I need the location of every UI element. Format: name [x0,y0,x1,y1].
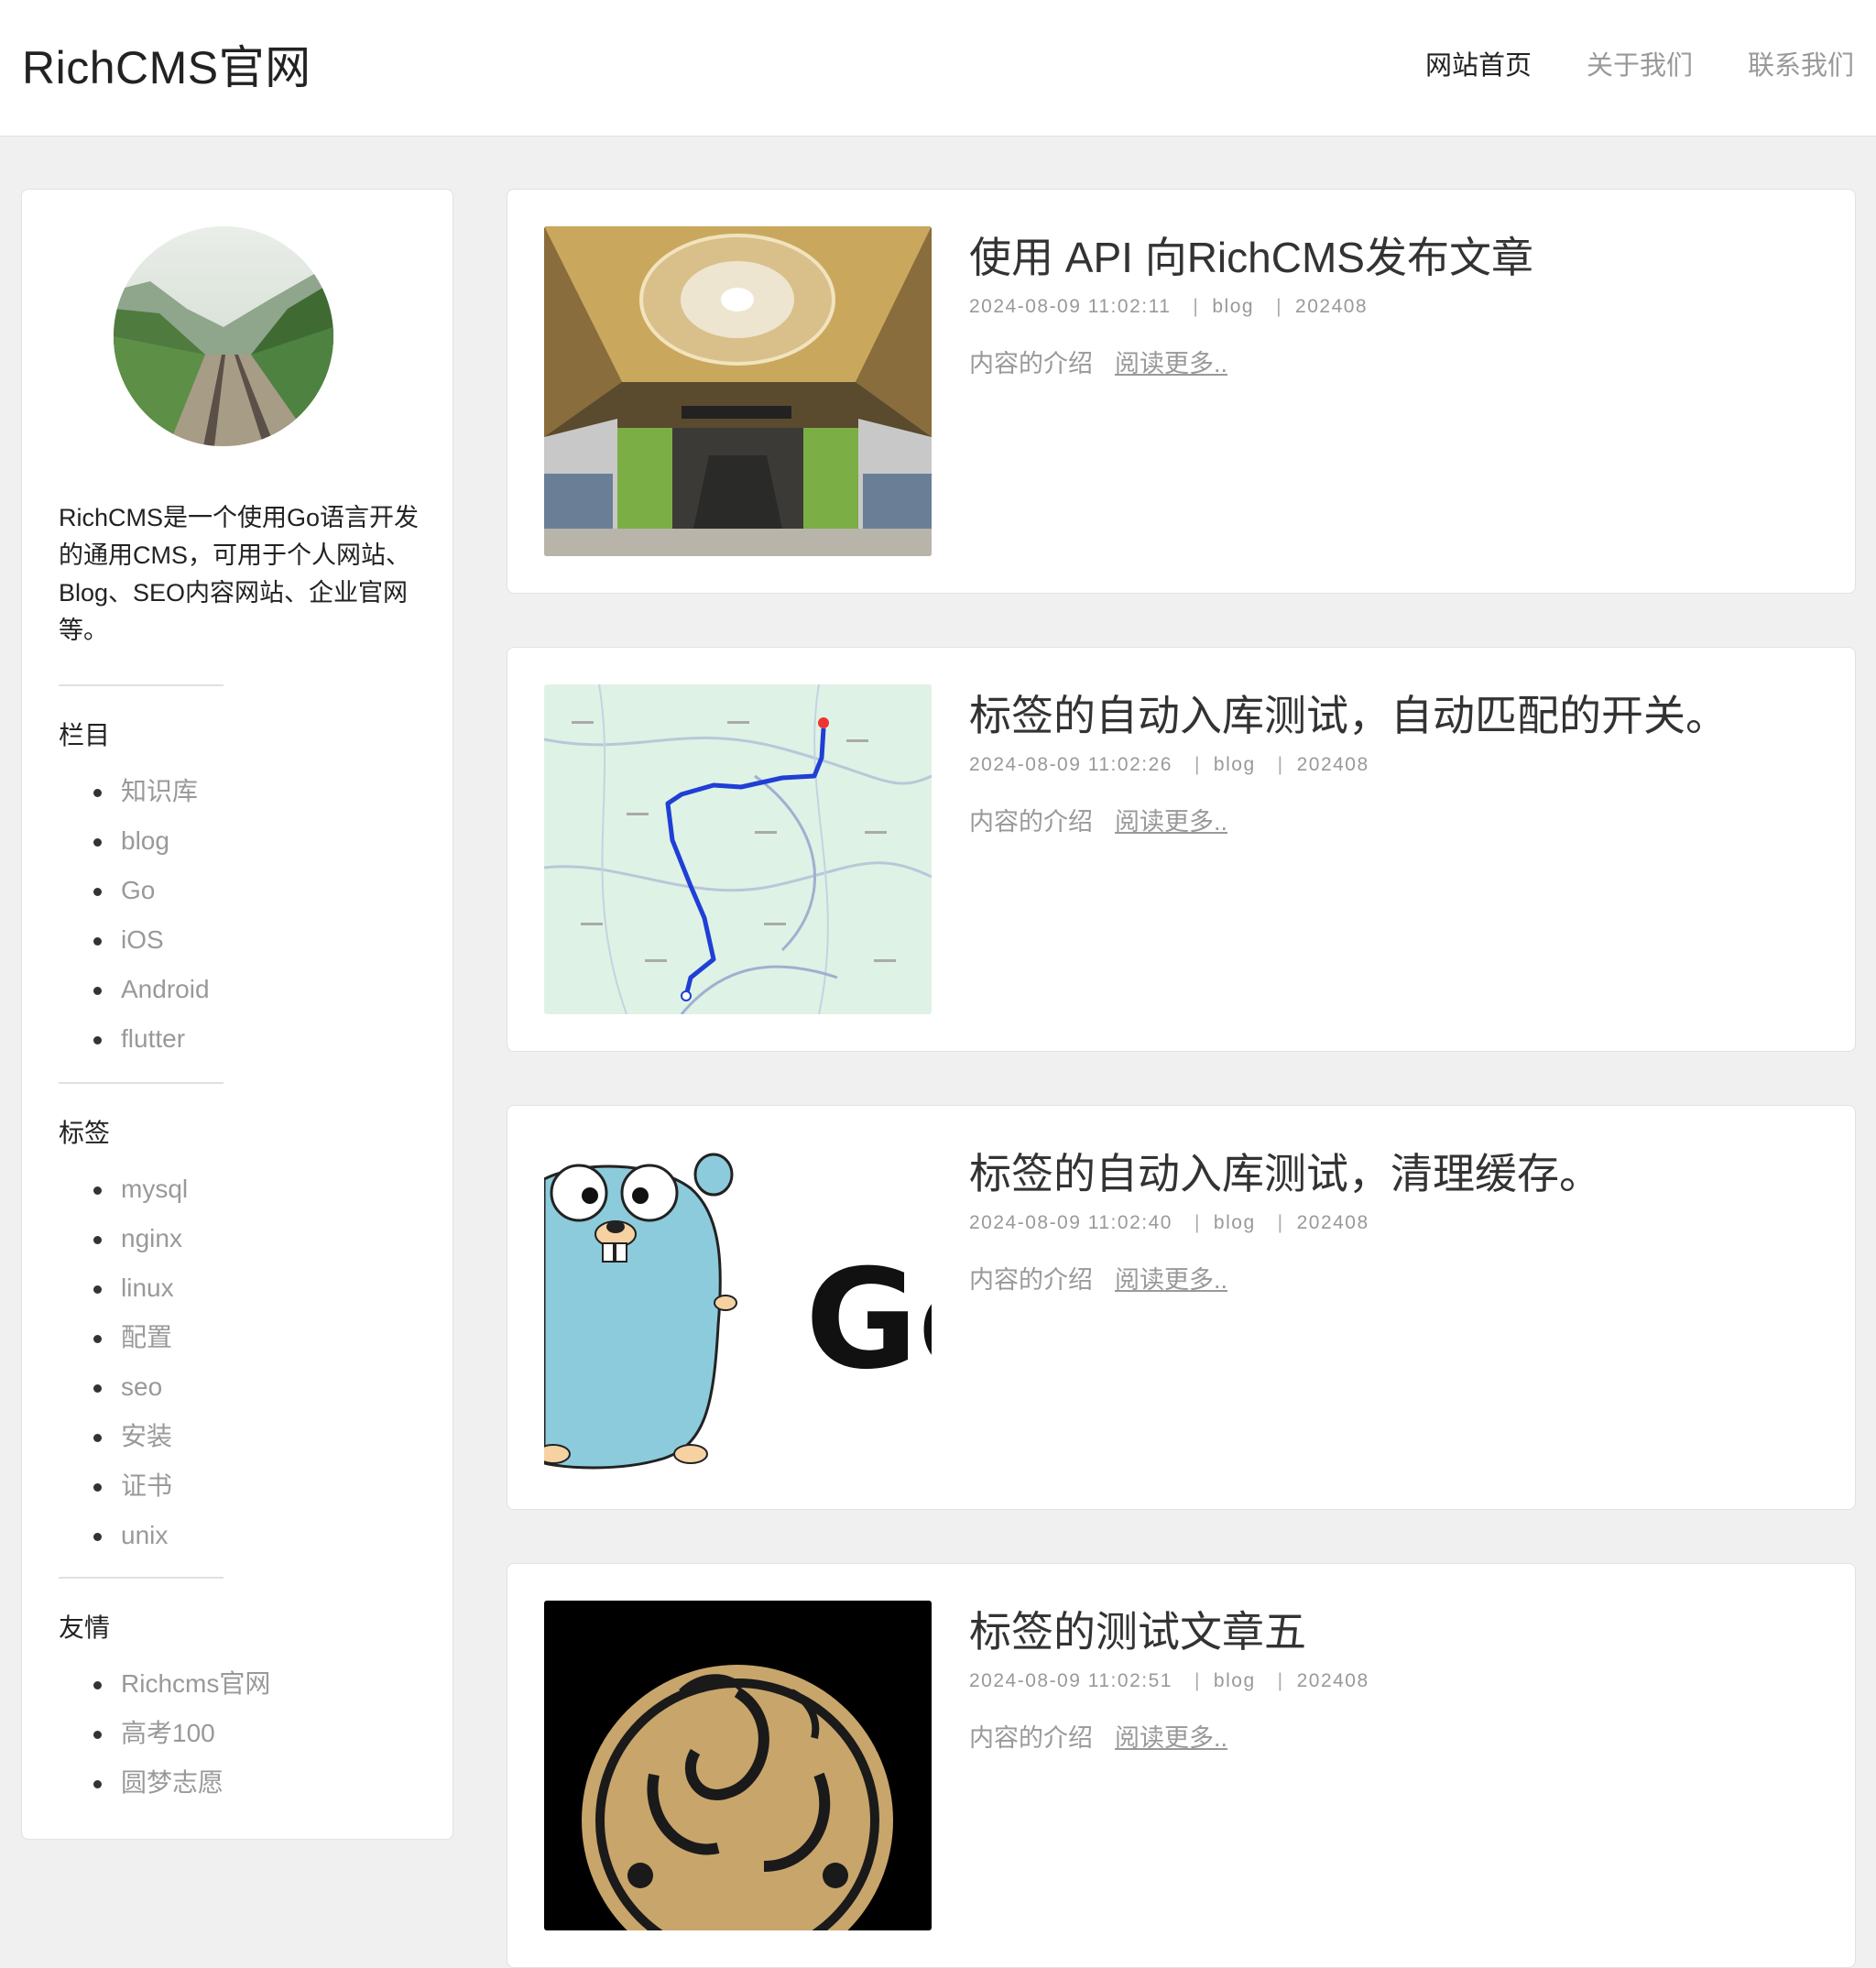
subway-station-image[interactable] [544,226,932,556]
divider [59,1082,224,1084]
post-category[interactable]: blog [1214,1670,1256,1691]
separator: | [1277,754,1284,775]
tag-item[interactable]: 证书 [93,1461,188,1511]
post-meta: 2024-08-09 11:02:26 | blog | 202408 [969,754,1369,776]
post-title[interactable]: 标签的自动入库测试，自动匹配的开关。 [969,683,1728,743]
post-meta: 2024-08-09 11:02:40 | blog | 202408 [969,1212,1369,1234]
tag-item[interactable]: 安装 [93,1412,188,1461]
friend-link-item[interactable]: 圆梦志愿 [93,1758,270,1808]
tag-item[interactable]: mysql [93,1164,188,1214]
tag-item[interactable]: seo [93,1362,188,1412]
divider [59,684,224,686]
post-summary: 内容的介绍 [969,808,1093,836]
divider [59,1577,224,1579]
post-summary: 内容的介绍 [969,1724,1093,1752]
friend-link-item[interactable]: Richcms官网 [93,1659,270,1709]
post-card: 标签的测试文章五 2024-08-09 11:02:51 | blog | 202408… [507,1563,1856,1968]
read-more-link[interactable]: 阅读更多.. [1115,808,1227,836]
category-item[interactable]: flutter [93,1014,210,1064]
read-more-link[interactable]: 阅读更多.. [1115,1266,1227,1294]
post-excerpt: 内容的介绍 阅读更多.. [969,344,1227,379]
post-summary: 内容的介绍 [969,1266,1093,1294]
post-date: 2024-08-09 11:02:40 [969,1212,1172,1233]
read-more-link[interactable]: 阅读更多.. [1115,1724,1227,1752]
category-item[interactable]: blog [93,816,210,866]
category-item[interactable]: iOS [93,915,210,965]
friend-link-item[interactable]: 高考100 [93,1709,270,1758]
post-card: Go 标签的自动入库测试，清理缓存。 2024-08-09 11:02:40 | b… [507,1105,1856,1510]
post-title[interactable]: 标签的测试文章五 [969,1599,1306,1659]
category-list: 知识库 blog Go iOS Android flutter [93,767,210,1064]
separator: | [1276,296,1283,317]
post-date: 2024-08-09 11:02:26 [969,754,1172,775]
site-header: RichCMS官网 网站首页 关于我们 联系我们 [0,0,1876,137]
separator: | [1194,754,1201,775]
post-category[interactable]: blog [1214,1212,1256,1233]
route-map-image[interactable] [544,684,932,1014]
separator: | [1277,1212,1284,1233]
post-meta: 2024-08-09 11:02:51 | blog | 202408 [969,1670,1369,1692]
post-excerpt: 内容的介绍 阅读更多.. [969,802,1227,837]
post-title[interactable]: 标签的自动入库测试，清理缓存。 [969,1141,1601,1201]
nav-home[interactable]: 网站首页 [1425,44,1532,82]
category-item[interactable]: Android [93,965,210,1014]
site-brand[interactable]: RichCMS官网 [22,31,311,97]
separator: | [1194,1212,1201,1233]
category-item[interactable]: 知识库 [93,767,210,816]
post-category[interactable]: blog [1214,754,1256,775]
separator: | [1194,1670,1201,1691]
tag-list: mysql nginx linux 配置 seo 安装 证书 unix [93,1164,188,1560]
site-intro: RichCMS是一个使用Go语言开发的通用CMS，可用于个人网站、Blog、SE… [59,504,420,644]
post-title[interactable]: 使用 API 向RichCMS发布文章 [969,224,1533,285]
tag-item[interactable]: nginx [93,1214,188,1263]
post-archive[interactable]: 202408 [1297,1670,1369,1691]
post-archive[interactable]: 202408 [1295,296,1368,317]
post-meta: 2024-08-09 11:02:11 | blog | 202408 [969,296,1368,318]
ornament-image[interactable] [544,1601,932,1930]
friend-link-list: Richcms官网 高考100 圆梦志愿 [93,1659,270,1808]
post-excerpt: 内容的介绍 阅读更多.. [969,1260,1227,1296]
main-nav: 网站首页 关于我们 联系我们 [1370,44,1854,82]
post-date: 2024-08-09 11:02:11 [969,296,1172,317]
read-more-link[interactable]: 阅读更多.. [1115,350,1227,377]
sidebar: RichCMS是一个使用Go语言开发的通用CMS，可用于个人网站、Blog、SE… [21,189,453,1840]
category-item[interactable]: Go [93,866,210,915]
tag-item[interactable]: 配置 [93,1313,188,1362]
nav-about[interactable]: 关于我们 [1587,44,1693,82]
avatar [114,226,333,446]
nav-contact[interactable]: 联系我们 [1748,44,1854,82]
post-card: 使用 API 向RichCMS发布文章 2024-08-09 11:02:11 |… [507,189,1856,594]
post-archive[interactable]: 202408 [1297,1212,1369,1233]
post-excerpt: 内容的介绍 阅读更多.. [969,1718,1227,1754]
section-title-columns: 栏目 [59,721,111,749]
tag-item[interactable]: linux [93,1263,188,1313]
post-category[interactable]: blog [1212,296,1254,317]
post-archive[interactable]: 202408 [1297,754,1369,775]
separator: | [1277,1670,1284,1691]
section-title-links: 友情 [59,1613,111,1642]
post-summary: 内容的介绍 [969,350,1093,377]
go-gopher-image[interactable]: Go [544,1143,932,1472]
separator: | [1193,296,1200,317]
post-card: 标签的自动入库测试，自动匹配的开关。 2024-08-09 11:02:26 | b… [507,647,1856,1052]
post-date: 2024-08-09 11:02:51 [969,1670,1172,1691]
svg-text:Go: Go [805,1241,932,1400]
tag-item[interactable]: unix [93,1511,188,1560]
section-title-tags: 标签 [59,1119,111,1147]
